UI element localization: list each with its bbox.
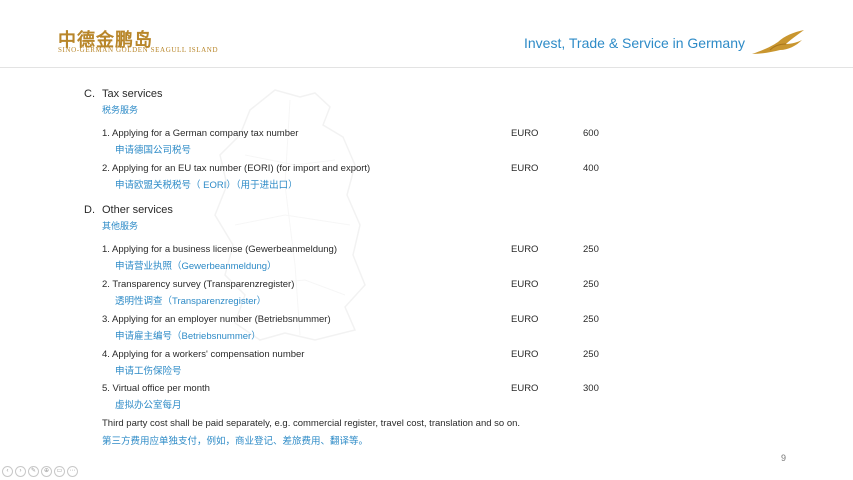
menu-icon[interactable]: ⋯ — [67, 466, 78, 477]
item-price: 400 — [583, 163, 599, 174]
next-slide-icon[interactable]: › — [15, 466, 26, 477]
list-item: 2. Applying for an EU tax number (EORI) … — [102, 163, 622, 191]
list-item: 1. Applying for a German company tax num… — [102, 128, 622, 156]
footnote-cn: 第三方费用应单独支付，例如，商业登记、差旅费用、翻译等。 — [102, 436, 369, 447]
item-price: 300 — [583, 383, 599, 394]
prev-slide-icon[interactable]: ‹ — [2, 466, 13, 477]
list-item: 2. Transparency survey (Transparenzregis… — [102, 279, 622, 307]
view-icon[interactable]: ▭ — [54, 466, 65, 477]
item-text-cn: 申请欧盟关税税号（ EORI）（用于进出口） — [115, 180, 298, 191]
section-letter: D. — [84, 204, 95, 216]
seagull-logo-icon — [752, 30, 804, 54]
item-text-cn: 申请工伤保险号 — [115, 366, 182, 377]
item-text-cn: 申请营业执照（Gewerbeanmeldung） — [115, 261, 277, 272]
zoom-icon[interactable]: ⊕ — [41, 466, 52, 477]
header-divider — [0, 67, 853, 68]
list-item: 5. Virtual office per month 虚拟办公室每月 EURO… — [102, 383, 622, 411]
section-title-text: Other services — [102, 204, 173, 216]
item-text-en: 5. Virtual office per month — [102, 383, 210, 394]
item-currency: EURO — [511, 128, 539, 139]
item-text-en: 1. Applying for a German company tax num… — [102, 128, 299, 139]
item-text-cn: 虚拟办公室每月 — [115, 400, 182, 411]
pen-icon[interactable]: ✎ — [28, 466, 39, 477]
section-title-tax-services: C. Tax services — [84, 88, 163, 100]
item-text-en: 2. Applying for an EU tax number (EORI) … — [102, 163, 371, 174]
list-item: 4. Applying for a workers' compensation … — [102, 349, 622, 377]
item-currency: EURO — [511, 314, 539, 325]
item-currency: EURO — [511, 383, 539, 394]
slideshow-toolbar: ‹ › ✎ ⊕ ▭ ⋯ — [2, 466, 78, 477]
item-text-cn: 透明性调查（Transparenzregister） — [115, 296, 267, 307]
item-text-en: 4. Applying for a workers' compensation … — [102, 349, 305, 360]
logo-en: SINO-GERMAN GOLDEN SEAGULL ISLAND — [58, 46, 219, 54]
section-title-other-services: D. Other services — [84, 204, 173, 216]
item-text-en: 2. Transparency survey (Transparenzregis… — [102, 279, 295, 290]
item-text-cn: 申请雇主编号（Betriebsnummer） — [115, 331, 261, 342]
item-text-en: 3. Applying for an employer number (Betr… — [102, 314, 331, 325]
item-currency: EURO — [511, 244, 539, 255]
item-text-en: 1. Applying for a business license (Gewe… — [102, 244, 337, 255]
list-item: 1. Applying for a business license (Gewe… — [102, 244, 622, 272]
section-title-cn: 税务服务 — [102, 105, 139, 115]
item-text-cn: 申请德国公司税号 — [115, 145, 192, 156]
item-price: 600 — [583, 128, 599, 139]
section-letter: C. — [84, 88, 95, 100]
item-currency: EURO — [511, 349, 539, 360]
section-title-text: Tax services — [102, 88, 163, 100]
footnote-en: Third party cost shall be paid separatel… — [102, 418, 521, 429]
tagline: Invest, Trade & Service in Germany — [524, 35, 745, 51]
item-price: 250 — [583, 349, 599, 360]
list-item: 3. Applying for an employer number (Betr… — [102, 314, 622, 342]
slide: 中德金鹏岛 SINO-GERMAN GOLDEN SEAGULL ISLAND … — [0, 0, 853, 480]
page-number: 9 — [781, 453, 787, 463]
item-price: 250 — [583, 314, 599, 325]
section-title-cn: 其他服务 — [102, 221, 139, 231]
item-currency: EURO — [511, 163, 539, 174]
item-price: 250 — [583, 279, 599, 290]
item-price: 250 — [583, 244, 599, 255]
item-currency: EURO — [511, 279, 539, 290]
